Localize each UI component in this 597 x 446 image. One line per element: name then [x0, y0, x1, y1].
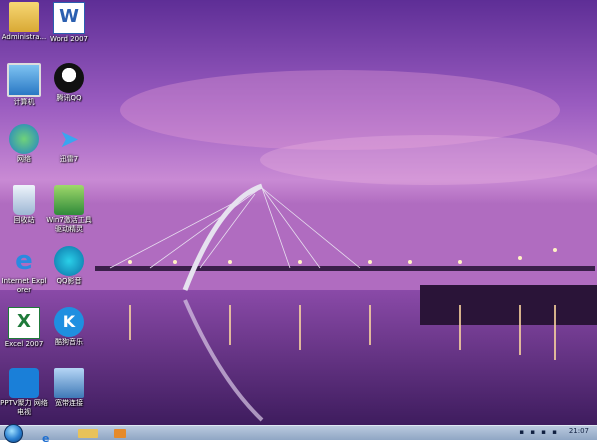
desktop-icon-qq[interactable]: 腾讯QQ: [45, 61, 93, 117]
qq-player-icon: [54, 246, 84, 276]
computer-icon: [7, 63, 41, 97]
desktop-icon-label: Excel 2007: [4, 340, 44, 348]
user-folder-icon: [9, 2, 39, 32]
kugou-icon: K: [54, 307, 84, 337]
thunder-bird-icon: ➤: [58, 125, 80, 153]
desktop-icon-label: Win7激活工具驱动精灵: [46, 216, 92, 233]
desktop-icon-network[interactable]: 网络: [0, 122, 48, 178]
system-tray[interactable]: ▪ ▪ ▪ ▪: [519, 428, 559, 436]
desktop-icon-pptv[interactable]: PPTV聚力 网络电视: [0, 366, 48, 422]
tool-icon: [54, 185, 84, 215]
desktop-icon-ie[interactable]: e Internet Explorer: [0, 244, 48, 300]
word-icon: W: [53, 2, 85, 34]
desktop-icon-label: QQ影音: [56, 277, 82, 285]
desktop-icon-win7-tool[interactable]: Win7激活工具驱动精灵: [45, 183, 93, 239]
desktop-icon-qq-player[interactable]: QQ影音: [45, 244, 93, 300]
desktop-icon-label: 回收站: [13, 216, 35, 224]
desktop-icon-label: 酷狗音乐: [55, 338, 83, 346]
desktop-icon-broadband[interactable]: 宽带连接: [45, 366, 93, 422]
desktop-icon-thunder[interactable]: ➤ 迅雷7: [45, 122, 93, 178]
pptv-icon: [9, 368, 39, 398]
desktop-icon-label: Internet Explorer: [1, 277, 47, 294]
taskbar-ie-icon[interactable]: e: [42, 427, 62, 445]
desktop-icon-word[interactable]: W Word 2007: [45, 0, 93, 56]
desktop-icon-kugou[interactable]: K 酷狗音乐: [45, 305, 93, 361]
desktop-icon-label: PPTV聚力 网络电视: [0, 399, 48, 416]
taskbar-clock[interactable]: 21:07: [569, 427, 589, 435]
desktop-icon-label: 宽带连接: [55, 399, 83, 407]
taskbar: e ▪ ▪ ▪ ▪ 21:07: [0, 424, 597, 445]
start-button[interactable]: [4, 424, 23, 443]
taskbar-media-player-icon[interactable]: [114, 429, 126, 438]
broadband-icon: [54, 368, 84, 398]
excel-icon: X: [8, 307, 40, 339]
qq-penguin-icon: [54, 63, 84, 93]
desktop-icon-administrator[interactable]: Administra...: [0, 0, 48, 56]
desktop-icon-recycle-bin[interactable]: 回收站: [0, 183, 48, 239]
ie-icon: e: [15, 246, 33, 276]
desktop-icon-label: 腾讯QQ: [56, 94, 82, 102]
desktop-icon-computer[interactable]: 计算机: [0, 61, 48, 117]
desktop-icon-label: 迅雷7: [59, 155, 79, 163]
recycle-bin-icon: [13, 185, 35, 215]
desktop-icon-label: 计算机: [13, 98, 35, 106]
taskbar-explorer-icon[interactable]: [78, 429, 98, 438]
desktop-icon-label: Word 2007: [49, 35, 89, 43]
desktop-icon-label: Administra...: [1, 33, 47, 41]
network-icon: [9, 124, 39, 154]
desktop-icon-excel[interactable]: X Excel 2007: [0, 305, 48, 361]
desktop-icon-label: 网络: [17, 155, 31, 163]
